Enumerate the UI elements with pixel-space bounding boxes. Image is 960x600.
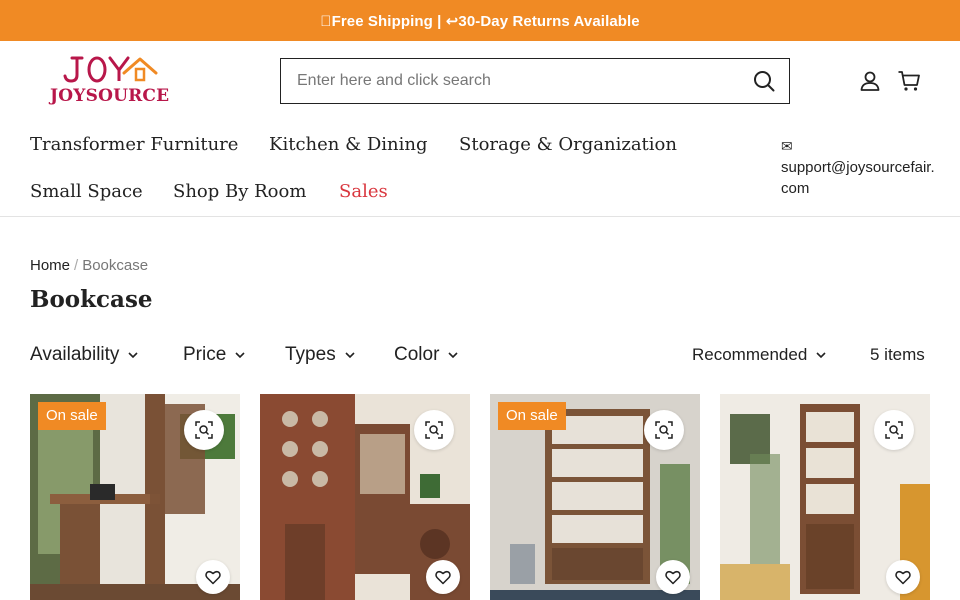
item-count: 5 items (870, 345, 925, 364)
support-email[interactable]: support@joysourcefair.com (781, 157, 941, 199)
chevron-down-icon (128, 352, 138, 359)
heart-icon (665, 570, 681, 584)
zoom-scan-icon (885, 421, 903, 439)
nav-item-kitchen-dining[interactable]: Kitchen & Dining (269, 134, 427, 155)
breadcrumb-home[interactable]: Home (30, 257, 70, 274)
filter-color[interactable]: Color (394, 344, 459, 366)
filter-label: Price (183, 344, 227, 365)
filter-price[interactable]: Price (183, 344, 246, 366)
filter-label: Color (394, 344, 440, 365)
product-card[interactable]: On sale (490, 394, 700, 600)
filter-label: Availability (30, 344, 120, 365)
quick-view-button[interactable] (874, 410, 914, 450)
nav-item-sales[interactable]: Sales (339, 181, 388, 202)
wishlist-button[interactable] (426, 560, 460, 594)
breadcrumb: Home / Bookcase (30, 257, 148, 274)
filter-availability[interactable]: Availability (30, 344, 139, 366)
cart-icon[interactable] (896, 68, 922, 94)
page-title: Bookcase (30, 286, 153, 313)
product-card[interactable] (260, 394, 470, 600)
support-contact[interactable]: ✉ support@joysourcefair.com (781, 136, 941, 199)
wishlist-button[interactable] (656, 560, 690, 594)
user-icon[interactable] (857, 68, 883, 94)
search-bar (280, 58, 790, 104)
search-icon[interactable] (739, 59, 789, 103)
heart-icon (205, 570, 221, 584)
quick-view-button[interactable] (184, 410, 224, 450)
search-input[interactable] (297, 72, 739, 90)
sale-badge: On sale (38, 402, 106, 430)
chevron-down-icon (235, 352, 245, 359)
logo[interactable]: JOYSOURCE (50, 55, 172, 111)
sale-badge: On sale (498, 402, 566, 430)
wishlist-button[interactable] (886, 560, 920, 594)
announcement-bar:  Free Shipping | ↩30-Day Returns Availab… (0, 0, 960, 41)
sort-label: Recommended (692, 345, 808, 364)
logo-mark (63, 56, 158, 83)
heart-icon (895, 570, 911, 584)
zoom-scan-icon (425, 421, 443, 439)
product-card[interactable]: On sale (30, 394, 240, 600)
quick-view-button[interactable] (644, 410, 684, 450)
product-card[interactable] (720, 394, 930, 600)
nav-item-small-space[interactable]: Small Space (30, 181, 143, 202)
sort-dropdown[interactable]: Recommended (692, 345, 827, 365)
nav-item-shop-by-room[interactable]: Shop By Room (173, 181, 306, 202)
wishlist-button[interactable] (196, 560, 230, 594)
breadcrumb-current: Bookcase (82, 257, 149, 274)
envelope-icon: ✉ (781, 138, 793, 154)
logo-text: JOYSOURCE (50, 86, 170, 106)
chevron-down-icon (816, 352, 826, 359)
header-divider (0, 216, 960, 217)
nav-item-transformer-furniture[interactable]: Transformer Furniture (30, 134, 238, 155)
zoom-scan-icon (195, 421, 213, 439)
nav-item-storage-organization[interactable]: Storage & Organization (459, 134, 677, 155)
filter-label: Types (285, 344, 336, 365)
breadcrumb-separator: / (74, 257, 79, 274)
chevron-down-icon (345, 352, 355, 359)
heart-icon (435, 570, 451, 584)
announcement-text:  Free Shipping | ↩30-Day Returns Availab… (320, 12, 640, 30)
zoom-scan-icon (655, 421, 673, 439)
chevron-down-icon (448, 352, 458, 359)
quick-view-button[interactable] (414, 410, 454, 450)
filter-types[interactable]: Types (285, 344, 356, 366)
